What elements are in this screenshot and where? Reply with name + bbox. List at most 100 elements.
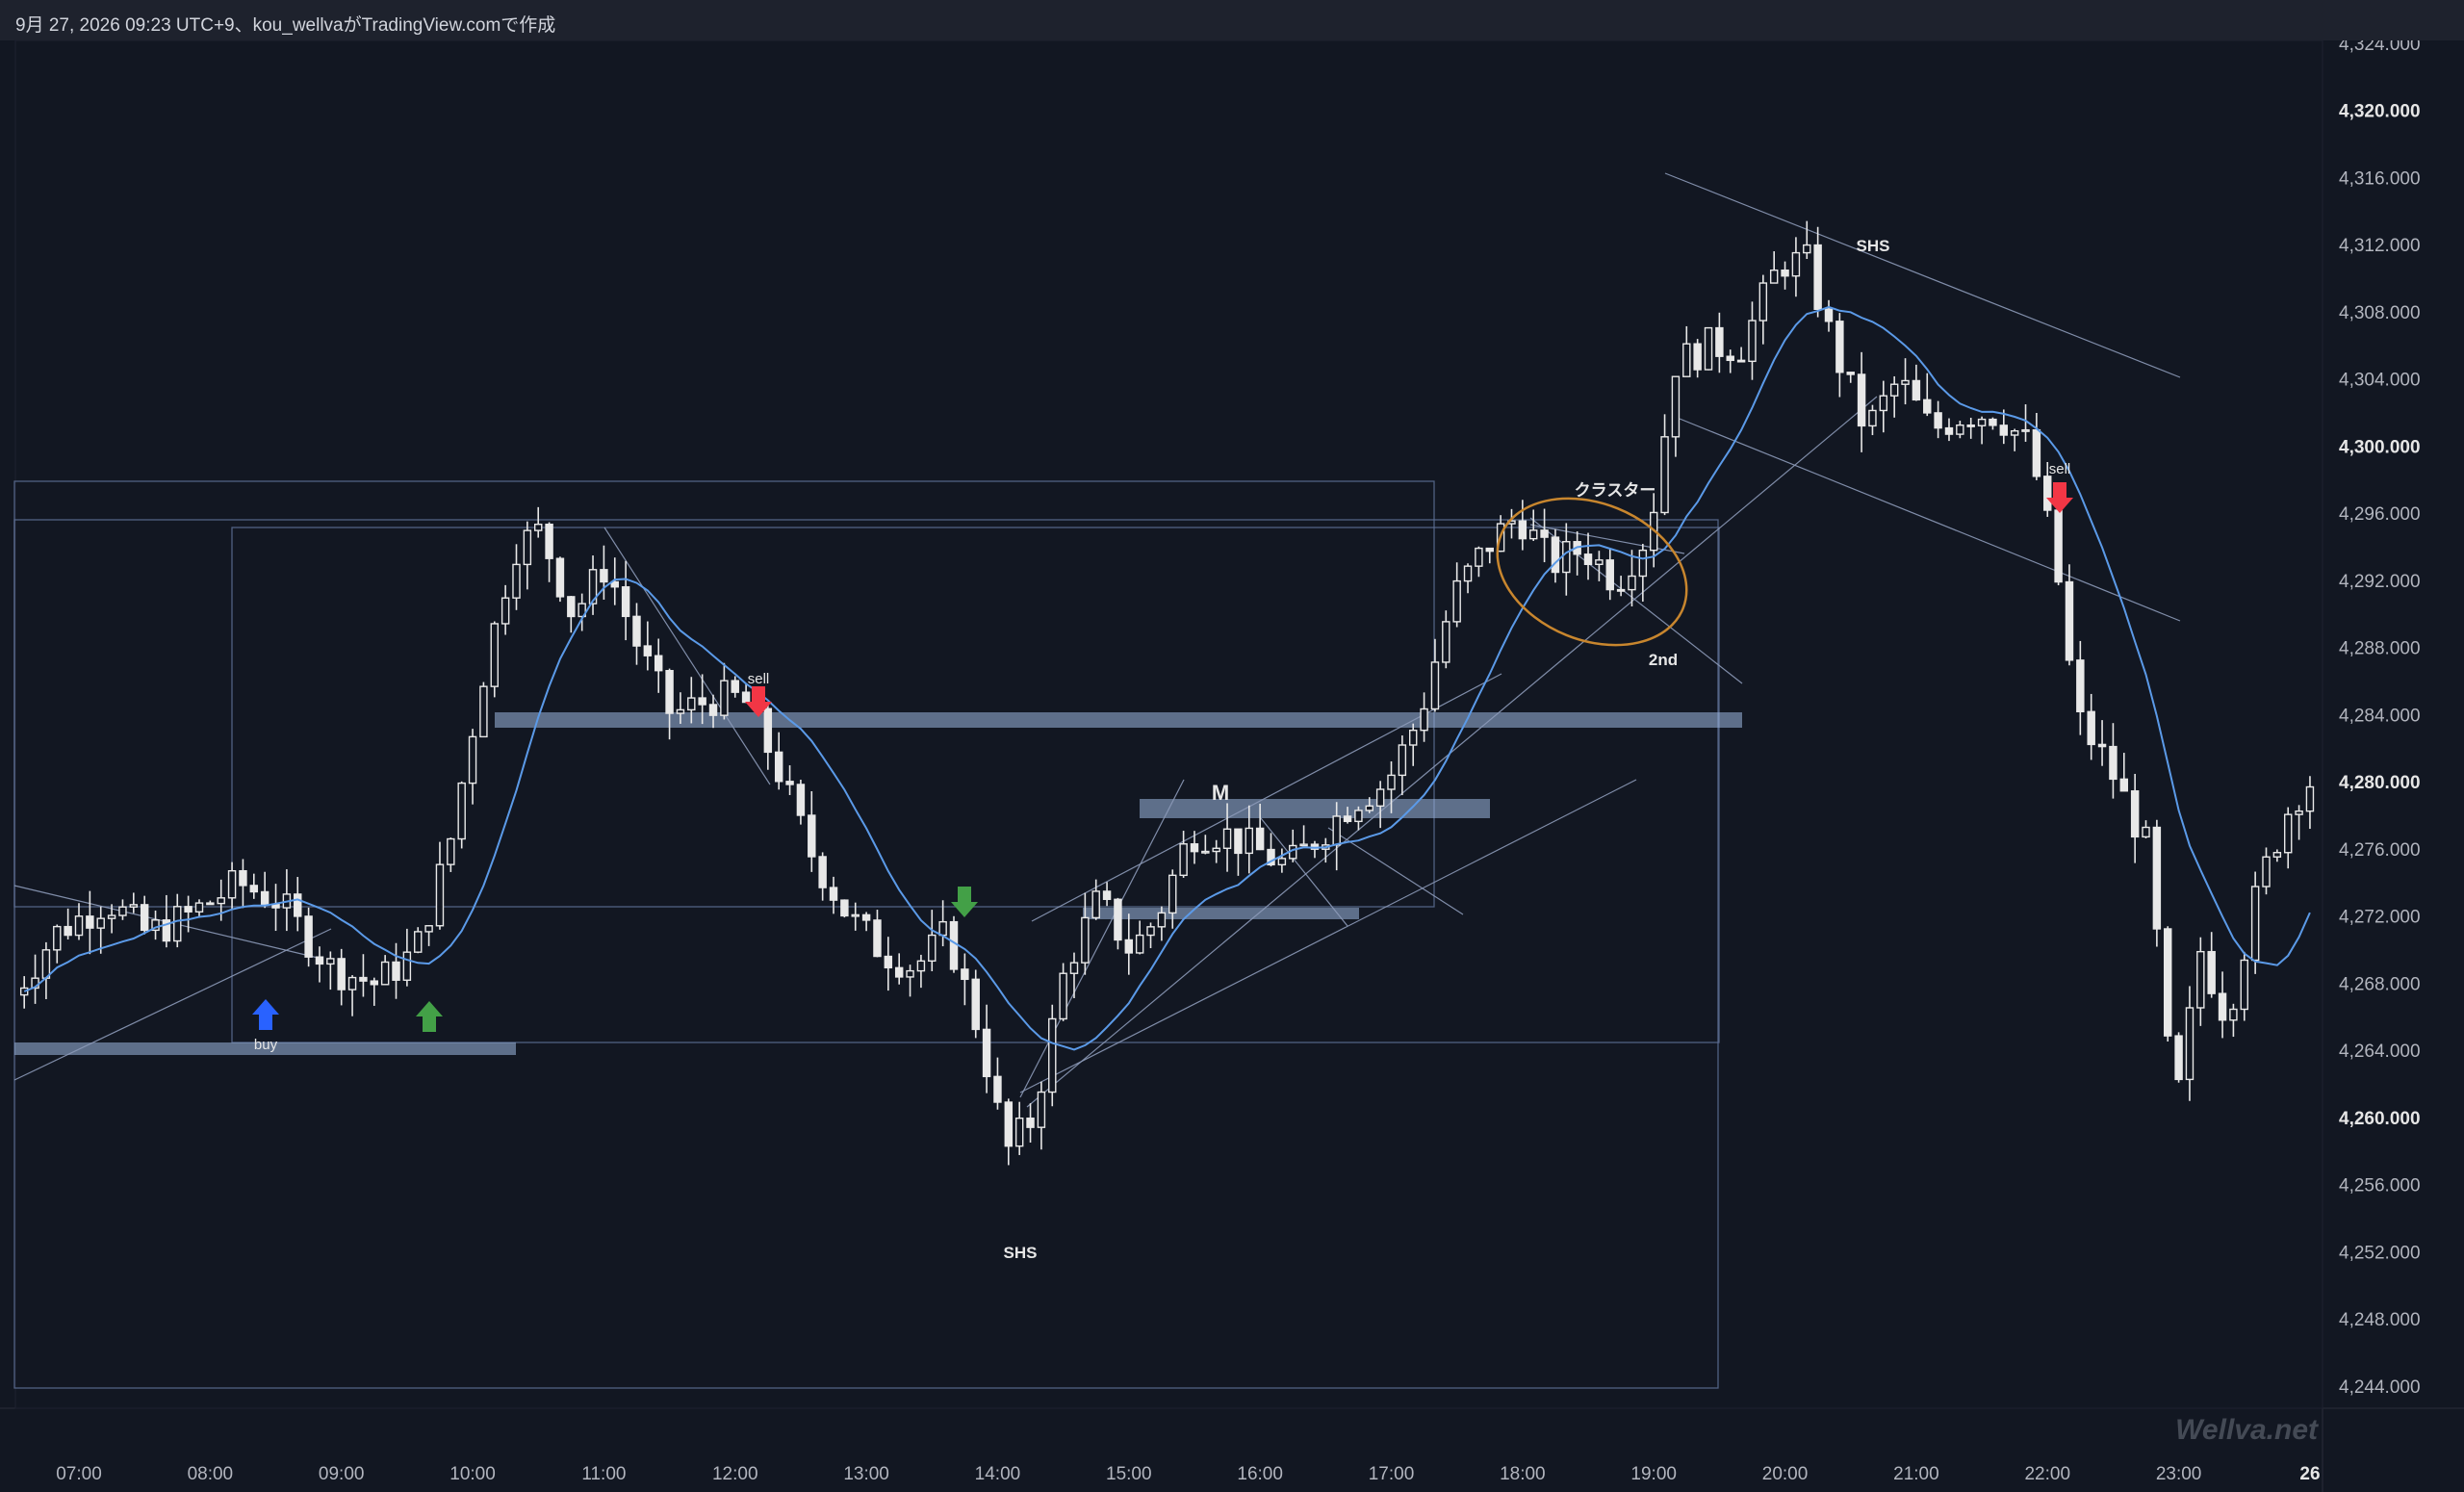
candle-body [435,863,445,927]
candle-body [1736,359,1746,363]
x-tick-label: 26 [2299,1464,2320,1484]
candle-body [774,751,783,783]
y-tick-label: 4,280.000 [2339,773,2421,793]
candle [555,556,565,603]
candle [1048,1004,1057,1107]
candle-body [2109,745,2118,781]
candle-body [1715,326,1724,357]
candle-body [1222,828,1232,849]
candle-body [260,890,270,906]
candle-body [41,949,51,979]
candle-body [217,897,225,905]
candle-body [392,961,400,981]
candle-body [2250,886,2260,962]
candle-body [1420,707,1428,732]
y-tick-label: 4,292.000 [2339,572,2421,592]
candle-body [184,906,192,913]
candle-body [2142,826,2150,838]
candle-body [1682,343,1691,377]
candle-body [916,960,926,972]
candle-body [1059,972,1067,1020]
sell-label-1: sell [748,671,770,687]
candle-body [500,597,510,625]
candle-body [2196,950,2205,1009]
candle [2152,819,2162,947]
candle-body [227,869,237,899]
candle-body [1124,939,1134,954]
candle-body [249,885,259,893]
candle-body [861,913,871,921]
price-zone-3 [1140,799,1490,818]
candle-body [1562,541,1571,574]
candle-body [1277,858,1287,866]
watermark: Wellva.net [2175,1414,2320,1446]
candle-body [2010,429,2019,436]
candle-body [1846,372,1855,375]
candle-body [2097,743,2107,748]
candle-body [326,958,335,965]
candle-body [643,645,653,656]
candle-body [1671,375,1681,438]
y-tick-label: 4,248.000 [2339,1310,2421,1330]
candle-body [1803,244,1811,254]
candle-body [1026,1117,1035,1128]
candle-body [2119,778,2129,792]
x-tick-label: 13:00 [843,1464,889,1484]
candle-body [1081,916,1090,964]
candle-body [1179,843,1188,877]
y-tick-label: 4,284.000 [2339,706,2421,726]
candle-body [2043,476,2052,511]
candle-body [1168,874,1177,914]
buy-label: buy [254,1037,278,1053]
candle-body [1201,850,1210,854]
candle-body [971,978,980,1031]
candle-body [1299,843,1308,847]
candle-body [1475,547,1483,567]
candle-body [545,523,553,559]
candle-body [1190,843,1199,853]
second-label: 2nd [1649,651,1678,669]
candle-body [1387,774,1396,790]
candle-body [1540,529,1549,538]
candle-body [1660,436,1669,514]
candle-body [206,902,215,906]
candle-body [2229,1008,2238,1021]
candle-body [118,906,127,916]
candle-body [2174,1035,2183,1081]
candle-body [1901,379,1910,385]
candle-body [829,887,838,901]
candle-body [1332,815,1341,846]
candle-body [1956,424,1964,435]
candle-body [523,529,532,566]
candle-body [763,707,773,754]
candle [490,621,499,698]
candle-body [1813,244,1822,311]
candle-body [1442,621,1450,663]
candle-body [490,623,499,687]
y-tick-label: 4,308.000 [2339,303,2421,323]
candle-body [2021,428,2030,432]
candle-body [1234,828,1243,855]
candle-body [1835,321,1844,373]
candle-body [1069,962,1079,974]
candle-body [1583,553,1593,566]
candle-body [961,968,969,981]
chart-caption: 9月 27, 2026 09:23 UTC+9、kou_wellvaがTradi… [15,15,556,36]
candle-body [468,735,477,785]
price-chart[interactable]: sell sell buy SHS SHS M クラスター 2nd 4,324.000 4,32… [0,40,2464,1492]
y-tick-label: 4,260.000 [2339,1109,2421,1129]
top-caption-bar: 9月 27, 2026 09:23 UTC+9、kou_wellvaがTradi… [0,0,2464,41]
x-tick-label: 14:00 [975,1464,1021,1484]
candle-body [304,915,313,958]
candle-body [687,697,696,711]
y-tick-label: 4,288.000 [2339,639,2421,659]
candle-body [1791,251,1801,277]
candle-body [1824,308,1834,322]
candle-body [1912,379,1921,401]
candle [414,927,423,954]
candle-body [315,956,324,965]
candle-body [2065,580,2074,661]
y-tick-label: 4,268.000 [2339,974,2421,994]
shs-label-low: SHS [1004,1244,1038,1262]
y-tick-label: 4,320.000 [2339,102,2421,122]
